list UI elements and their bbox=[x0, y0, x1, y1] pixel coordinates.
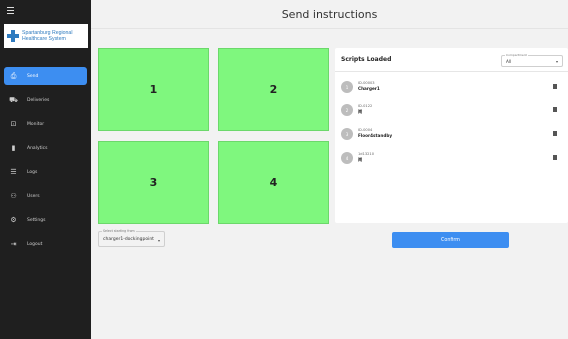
trash-icon[interactable] bbox=[553, 155, 557, 160]
chevron-down-icon: ▾ bbox=[555, 59, 558, 64]
sidebar-item-logout[interactable]: ⇥ Logout bbox=[4, 235, 87, 253]
sidebar-item-send[interactable]: ⎙ Send bbox=[4, 67, 87, 85]
sidebar: Spartanburg Regional Healthcare System ⎙… bbox=[0, 0, 91, 339]
script-id: ID-0122 bbox=[358, 104, 373, 108]
scripts-panel: Scripts Loaded Compartment All ▾ 1 ID-00… bbox=[335, 48, 568, 223]
delivery-icon: ⛟ bbox=[9, 95, 18, 104]
sidebar-item-settings[interactable]: ⚙ Settings bbox=[4, 211, 87, 229]
avatar: 1 bbox=[341, 81, 353, 93]
sidebar-nav: ⎙ Send ⛟ Deliveries ⊡ Monitor ▮ Analytic… bbox=[0, 67, 91, 259]
users-icon: ⚇ bbox=[10, 191, 17, 200]
tile-1[interactable]: 1 bbox=[98, 48, 209, 131]
gear-icon: ⚙ bbox=[10, 215, 17, 224]
sidebar-item-label: Analytics bbox=[27, 145, 48, 151]
script-name: Charger1 bbox=[358, 86, 380, 91]
sidebar-item-label: Send bbox=[27, 73, 39, 79]
start-point-select-label: Select starting from bbox=[102, 229, 136, 233]
sidebar-item-logs[interactable]: ☰ Logs bbox=[4, 163, 87, 181]
send-icon: ⎙ bbox=[10, 71, 17, 80]
sidebar-item-label: Deliveries bbox=[27, 97, 50, 103]
start-point-select-value: charger1-dockingpoint bbox=[103, 236, 154, 242]
page-title: Send instructions bbox=[281, 7, 378, 21]
trash-icon[interactable] bbox=[553, 107, 557, 112]
cross-logo-icon bbox=[7, 30, 19, 42]
logout-icon: ⇥ bbox=[10, 239, 17, 248]
monitor-icon: ⊡ bbox=[10, 119, 17, 128]
sidebar-item-users[interactable]: ⚇ Users bbox=[4, 187, 87, 205]
compartment-select[interactable]: Compartment All ▾ bbox=[501, 53, 563, 67]
sidebar-item-monitor[interactable]: ⊡ Monitor bbox=[4, 115, 87, 133]
script-list-item[interactable]: 3 ID-0004 Floor4standby bbox=[341, 127, 563, 141]
script-id: ID-0004 bbox=[358, 128, 373, 132]
scripts-panel-title: Scripts Loaded bbox=[341, 56, 392, 63]
script-list-item[interactable]: 4 1d13210 岗 bbox=[341, 151, 563, 165]
sidebar-item-analytics[interactable]: ▮ Analytics bbox=[4, 139, 87, 157]
logo-line-2: Healthcare System bbox=[22, 36, 66, 42]
trash-icon[interactable] bbox=[553, 131, 557, 136]
compartment-select-label: Compartment bbox=[505, 53, 528, 57]
scripts-panel-header: Scripts Loaded Compartment All ▾ bbox=[335, 48, 568, 72]
analytics-icon: ▮ bbox=[11, 143, 16, 152]
sidebar-item-label: Logout bbox=[27, 241, 43, 247]
page-header: Send instructions bbox=[91, 0, 568, 29]
sidebar-item-label: Users bbox=[27, 193, 40, 199]
sidebar-item-label: Settings bbox=[27, 217, 46, 223]
script-name: Floor4standby bbox=[358, 133, 393, 138]
sidebar-item-label: Monitor bbox=[27, 121, 45, 127]
script-name: 岗 bbox=[358, 109, 363, 114]
confirm-button[interactable]: Confirm bbox=[392, 232, 509, 248]
tile-4[interactable]: 4 bbox=[218, 141, 329, 224]
script-name: 岗 bbox=[358, 157, 363, 162]
trash-icon[interactable] bbox=[553, 84, 557, 89]
start-point-select[interactable]: Select starting from charger1-dockingpoi… bbox=[98, 229, 165, 247]
hamburger-menu-icon[interactable] bbox=[7, 5, 17, 15]
logo: Spartanburg Regional Healthcare System bbox=[4, 24, 88, 48]
script-id: ID-00003 bbox=[358, 81, 375, 85]
tile-2[interactable]: 2 bbox=[218, 48, 329, 131]
tile-3[interactable]: 3 bbox=[98, 141, 209, 224]
script-list-item[interactable]: 2 ID-0122 岗 bbox=[341, 103, 563, 117]
sidebar-item-label: Logs bbox=[27, 169, 38, 175]
avatar: 4 bbox=[341, 152, 353, 164]
script-id: 1d13210 bbox=[358, 152, 374, 156]
script-list-item[interactable]: 1 ID-00003 Charger1 bbox=[341, 80, 563, 94]
avatar: 2 bbox=[341, 104, 353, 116]
avatar: 3 bbox=[341, 128, 353, 140]
sidebar-item-deliveries[interactable]: ⛟ Deliveries bbox=[4, 91, 87, 109]
compartment-select-value: All bbox=[506, 58, 512, 64]
chevron-down-icon: ▾ bbox=[157, 238, 160, 243]
logs-icon: ☰ bbox=[10, 167, 17, 176]
